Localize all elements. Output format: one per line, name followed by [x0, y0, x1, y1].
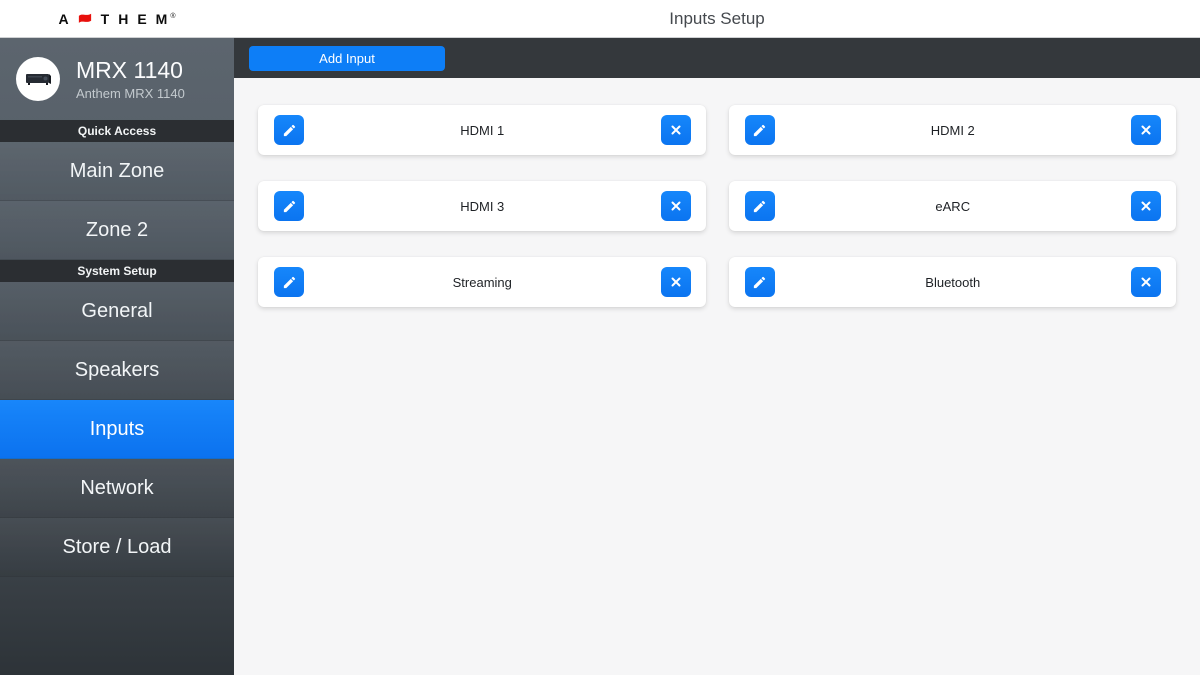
device-name: MRX 1140	[76, 56, 183, 83]
anthem-logo: A T H E M ®	[0, 0, 234, 37]
anthem-logo-letters: A T H E M ®	[59, 12, 176, 26]
logo-letter: M	[155, 10, 168, 27]
pencil-icon	[283, 124, 295, 136]
main-layout: MRX 1140 Anthem MRX 1140 Quick Access Mai…	[0, 38, 1200, 675]
device-avatar	[16, 57, 60, 101]
input-card: HDMI 2	[728, 105, 1176, 155]
pencil-icon	[753, 200, 766, 212]
sidebar-item-zone-2[interactable]: Zone 2	[0, 201, 234, 260]
anthem-flag-icon	[78, 13, 91, 23]
logo-letter: A	[58, 10, 69, 27]
content-area: Add Input HDMI 1 HDMI 2 HDMI 3 eARC Streamin…	[234, 38, 1200, 675]
close-icon	[671, 125, 680, 135]
pencil-icon	[283, 276, 295, 288]
delete-input-button[interactable]	[1131, 267, 1161, 297]
delete-input-button[interactable]	[1131, 115, 1161, 145]
content-toolbar: Add Input	[234, 38, 1200, 78]
logo-letter: E	[137, 10, 147, 27]
sidebar: MRX 1140 Anthem MRX 1140 Quick Access Mai…	[0, 38, 234, 675]
close-icon	[1141, 277, 1151, 287]
close-icon	[671, 277, 680, 287]
edit-input-button[interactable]	[744, 191, 775, 221]
pencil-icon	[283, 200, 295, 212]
delete-input-button[interactable]	[660, 267, 691, 297]
logo-letter: T	[100, 10, 110, 27]
input-name: HDMI 3	[460, 198, 505, 214]
input-card: HDMI 1	[258, 105, 706, 155]
pencil-icon	[753, 124, 766, 136]
sidebar-section-label: System Setup	[0, 260, 234, 282]
pencil-icon	[753, 276, 766, 288]
sidebar-item-store-load[interactable]: Store / Load	[0, 518, 234, 577]
delete-input-button[interactable]	[660, 115, 691, 145]
edit-input-button[interactable]	[744, 267, 775, 297]
input-name: HDMI 1	[460, 122, 505, 138]
input-card: eARC	[728, 181, 1176, 231]
input-name: HDMI 2	[930, 122, 975, 138]
input-card: HDMI 3	[258, 181, 706, 231]
registered-mark: ®	[170, 12, 176, 20]
delete-input-button[interactable]	[660, 191, 691, 221]
sidebar-item-main-zone[interactable]: Main Zone	[0, 142, 234, 201]
device-subtitle: Anthem MRX 1140	[76, 86, 185, 102]
sidebar-item-general[interactable]: General	[0, 282, 234, 341]
edit-input-button[interactable]	[274, 267, 304, 297]
device-text: MRX 1140 Anthem MRX 1140	[76, 57, 185, 101]
logo-letter: H	[118, 10, 129, 27]
add-input-button[interactable]: Add Input	[249, 45, 445, 71]
input-card: Streaming	[258, 257, 706, 307]
inputs-grid: HDMI 1 HDMI 2 HDMI 3 eARC Streaming Bluetooth	[234, 78, 1200, 334]
sidebar-item-inputs[interactable]: Inputs	[0, 400, 234, 459]
close-icon	[1141, 201, 1151, 211]
delete-input-button[interactable]	[1131, 191, 1161, 221]
page-title: Inputs Setup	[669, 8, 765, 28]
input-card: Bluetooth	[728, 257, 1176, 307]
close-icon	[1141, 125, 1151, 135]
sidebar-item-network[interactable]: Network	[0, 459, 234, 518]
input-name: Bluetooth	[925, 274, 981, 290]
sidebar-sections: Quick Access Main Zone Zone 2 System Setup G…	[0, 120, 234, 577]
edit-input-button[interactable]	[274, 191, 304, 221]
edit-input-button[interactable]	[744, 115, 775, 145]
input-name: eARC	[935, 198, 971, 214]
device-info: MRX 1140 Anthem MRX 1140	[0, 38, 234, 120]
input-name: Streaming	[452, 274, 512, 290]
edit-input-button[interactable]	[274, 115, 304, 145]
close-icon	[671, 201, 680, 211]
sidebar-section-label: Quick Access	[0, 120, 234, 142]
sidebar-item-speakers[interactable]: Speakers	[0, 341, 234, 400]
app-header: A T H E M ® Inputs Setup	[0, 0, 1200, 38]
receiver-image-icon	[26, 74, 51, 85]
